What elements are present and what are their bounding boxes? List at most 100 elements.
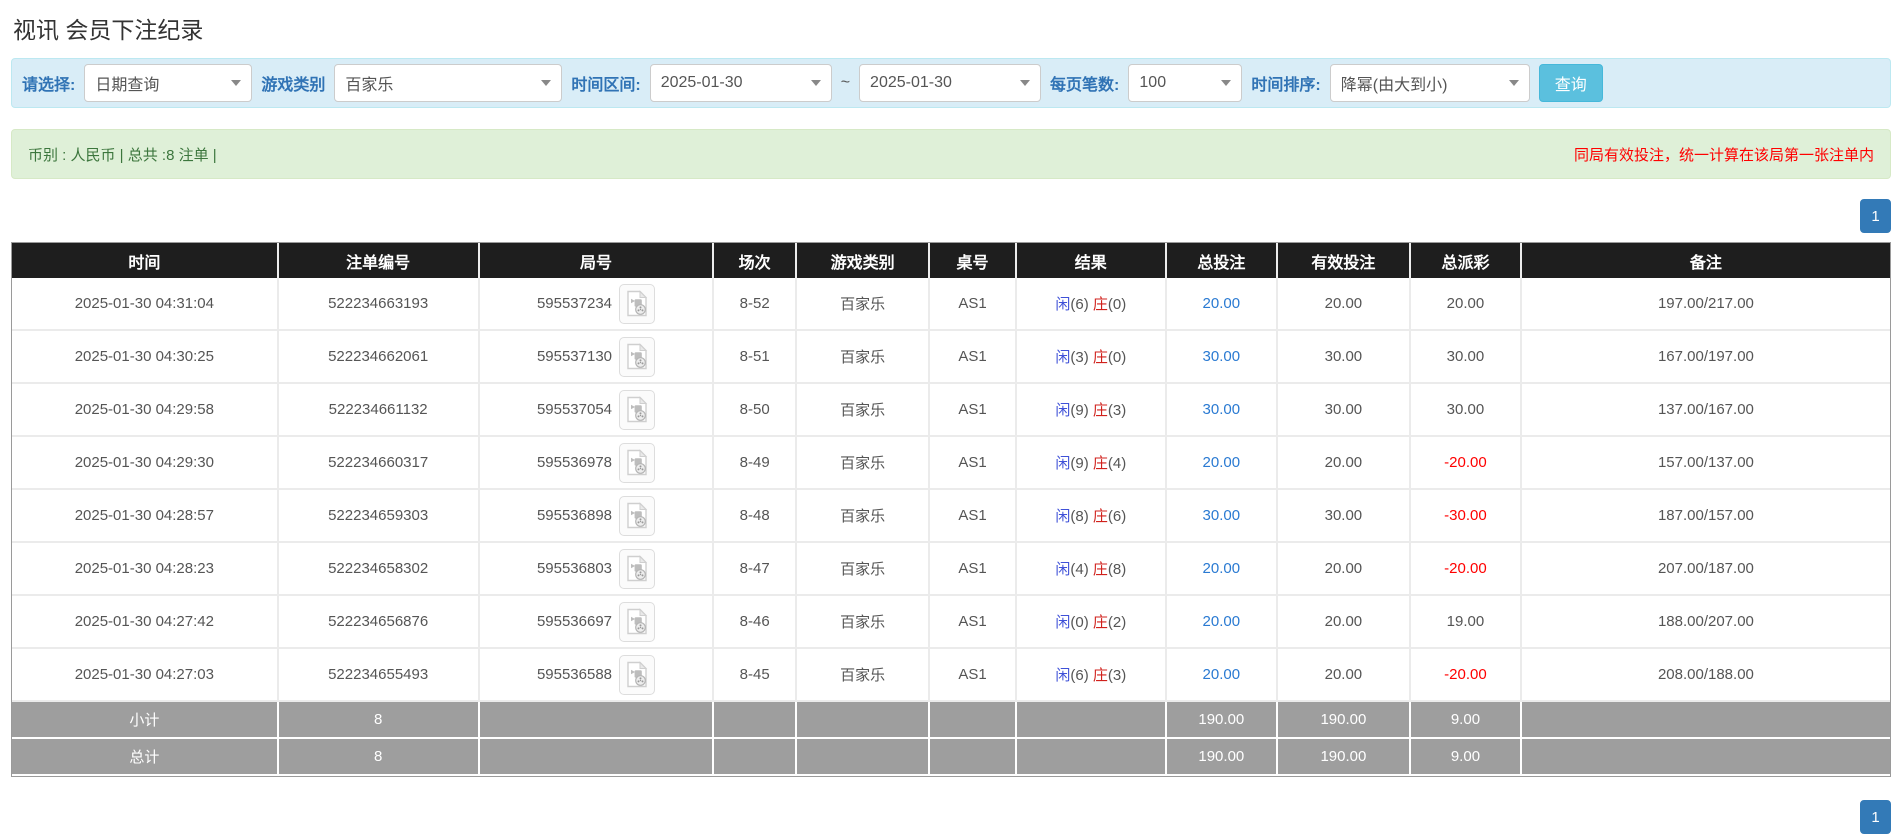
cell-total-bet: 20.00: [1166, 649, 1278, 702]
banker-result-label: 庄: [1092, 349, 1108, 366]
video-replay-button[interactable]: [619, 442, 656, 483]
video-replay-icon: [627, 396, 648, 423]
cell-time: 2025-01-30 04:27:42: [12, 596, 279, 649]
total-count: 8: [278, 739, 480, 776]
subtotal-payout: 9.00: [1411, 702, 1522, 739]
page-1-button[interactable]: 1: [1860, 199, 1891, 233]
total-bet-link[interactable]: 20.00: [1203, 454, 1241, 471]
cell-time: 2025-01-30 04:30:25: [12, 331, 279, 384]
cell-note: 157.00/137.00: [1521, 437, 1890, 490]
cell-time: 2025-01-30 04:28:23: [12, 543, 279, 596]
cell-valid-bet: 30.00: [1277, 490, 1412, 543]
page-size-select[interactable]: 100: [1128, 64, 1243, 102]
player-result-label: 闲: [1055, 508, 1071, 525]
date-from-value: 2025-01-30: [660, 74, 743, 91]
bet-records-table: 时间 注单编号 局号 场次 游戏类别 桌号 结果 总投注 有效投注 总派彩 备注…: [11, 242, 1891, 777]
cell-session: 8-50: [714, 384, 797, 437]
chevron-down-icon: [541, 80, 552, 86]
cell-bet-no: 522234663193: [278, 278, 480, 331]
cell-round-no: 595536803: [479, 543, 715, 596]
table-row: 2025-01-30 04:27:42 522234656876 5955366…: [12, 596, 1890, 649]
subtotal-row: 小计 8 190.00 190.00 9.00: [12, 702, 1890, 739]
cell-time: 2025-01-30 04:27:03: [12, 649, 279, 702]
chevron-down-icon: [1221, 80, 1232, 86]
cell-result: 闲(9) 庄(4): [1016, 437, 1167, 490]
video-replay-button[interactable]: [619, 336, 656, 377]
cell-valid-bet: 30.00: [1277, 331, 1412, 384]
cell-round-no: 595536978: [479, 437, 715, 490]
cell-game: 百家乐: [796, 649, 931, 702]
cell-session: 8-52: [714, 278, 797, 331]
col-header-note: 备注: [1521, 243, 1890, 278]
subtotal-count: 8: [278, 702, 480, 739]
cell-session: 8-46: [714, 596, 797, 649]
cell-payout: -20.00: [1411, 437, 1522, 490]
col-header-result: 结果: [1016, 243, 1167, 278]
cell-game: 百家乐: [796, 384, 931, 437]
banker-result-label: 庄: [1092, 296, 1108, 313]
cell-table-no: AS1: [930, 278, 1017, 331]
cell-game: 百家乐: [796, 437, 931, 490]
cell-payout: 20.00: [1411, 278, 1522, 331]
cell-total-bet: 20.00: [1166, 278, 1278, 331]
game-category-select[interactable]: 百家乐: [334, 64, 563, 102]
video-replay-button[interactable]: [619, 283, 656, 324]
banker-result-label: 庄: [1092, 667, 1108, 684]
total-bet-link[interactable]: 30.00: [1203, 401, 1241, 418]
cell-time: 2025-01-30 04:29:58: [12, 384, 279, 437]
player-result-label: 闲: [1055, 614, 1071, 631]
cell-payout: 30.00: [1411, 331, 1522, 384]
subtotal-label: 小计: [12, 702, 279, 739]
video-replay-button[interactable]: [619, 601, 656, 642]
cell-result: 闲(6) 庄(3): [1016, 649, 1167, 702]
video-replay-icon: [627, 343, 648, 370]
search-button[interactable]: 查询: [1538, 64, 1603, 102]
cell-valid-bet: 20.00: [1277, 278, 1412, 331]
date-from-select[interactable]: 2025-01-30: [649, 64, 832, 102]
cell-valid-bet: 20.00: [1277, 649, 1412, 702]
sort-label: 时间排序:: [1251, 77, 1321, 94]
cell-bet-no: 522234658302: [278, 543, 480, 596]
player-result-label: 闲: [1055, 402, 1071, 419]
date-to-select[interactable]: 2025-01-30: [859, 64, 1042, 102]
video-replay-icon: [627, 449, 648, 476]
page-1-button[interactable]: 1: [1860, 800, 1891, 834]
cell-bet-no: 522234656876: [278, 596, 480, 649]
sort-select[interactable]: 降幂(由大到小): [1329, 64, 1530, 102]
query-type-select[interactable]: 日期查询: [84, 64, 253, 102]
table-row: 2025-01-30 04:31:04 522234663193 5955372…: [12, 278, 1890, 331]
pagination-top: 1: [11, 199, 1891, 233]
cell-round-no: 595537234: [479, 278, 715, 331]
cell-table-no: AS1: [930, 437, 1017, 490]
banker-result-label: 庄: [1092, 455, 1108, 472]
banker-result-label: 庄: [1092, 561, 1108, 578]
cell-round-no: 595536898: [479, 490, 715, 543]
total-bet-link[interactable]: 20.00: [1203, 560, 1241, 577]
total-bet-link[interactable]: 30.00: [1203, 507, 1241, 524]
video-replay-button[interactable]: [619, 495, 656, 536]
cell-result: 闲(8) 庄(6): [1016, 490, 1167, 543]
cell-note: 207.00/187.00: [1521, 543, 1890, 596]
total-bet-link[interactable]: 20.00: [1203, 666, 1241, 683]
chevron-down-icon: [810, 80, 821, 86]
query-type-label: 请选择:: [22, 77, 76, 94]
table-body: 2025-01-30 04:31:04 522234663193 5955372…: [12, 278, 1890, 702]
total-bet-link[interactable]: 20.00: [1203, 295, 1241, 312]
cell-bet-no: 522234655493: [278, 649, 480, 702]
total-valid-bet: 190.00: [1277, 739, 1412, 776]
cell-valid-bet: 30.00: [1277, 384, 1412, 437]
banker-result-label: 庄: [1092, 614, 1108, 631]
total-bet-link[interactable]: 30.00: [1203, 348, 1241, 365]
video-replay-button[interactable]: [619, 654, 656, 695]
video-replay-button[interactable]: [619, 548, 656, 589]
cell-total-bet: 30.00: [1166, 331, 1278, 384]
total-bet-link[interactable]: 20.00: [1203, 613, 1241, 630]
cell-result: 闲(9) 庄(3): [1016, 384, 1167, 437]
video-replay-icon: [627, 555, 648, 582]
page-size-value: 100: [1139, 74, 1167, 91]
col-header-valid-bet: 有效投注: [1277, 243, 1412, 278]
cell-session: 8-48: [714, 490, 797, 543]
video-replay-button[interactable]: [619, 389, 656, 430]
player-result-label: 闲: [1055, 349, 1071, 366]
cell-table-no: AS1: [930, 331, 1017, 384]
